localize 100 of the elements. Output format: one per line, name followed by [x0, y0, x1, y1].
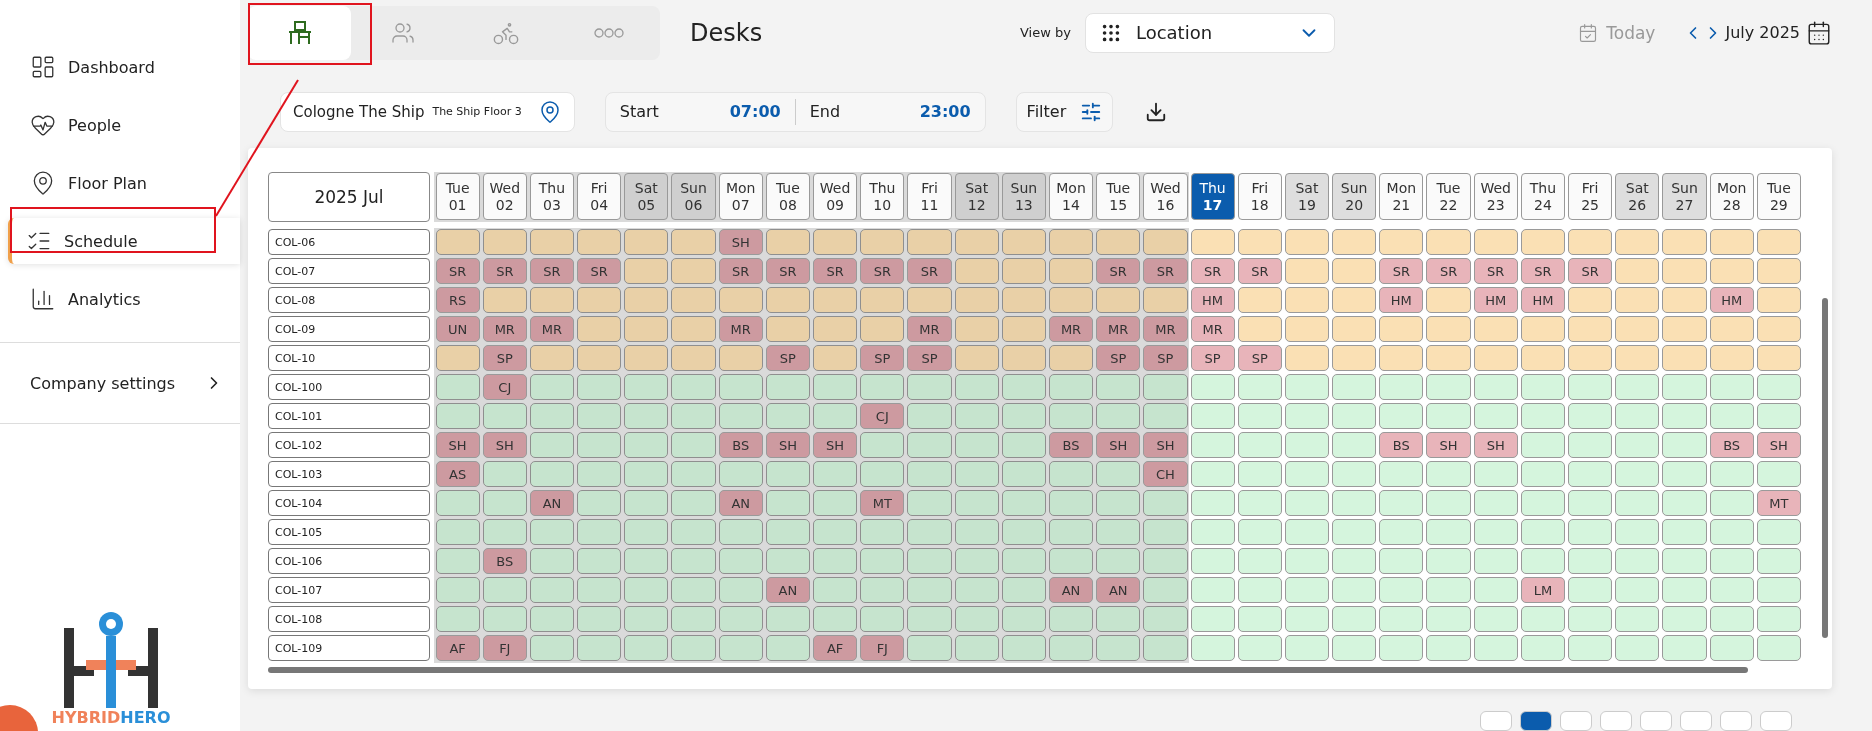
free-slot[interactable]	[907, 287, 952, 314]
free-slot[interactable]	[482, 229, 527, 256]
free-slot[interactable]	[1332, 606, 1377, 633]
free-slot[interactable]	[1237, 287, 1282, 314]
free-slot[interactable]	[1756, 316, 1801, 343]
free-slot[interactable]	[1662, 548, 1707, 575]
free-slot[interactable]	[1615, 635, 1660, 662]
free-slot[interactable]	[1096, 374, 1141, 401]
free-slot[interactable]	[435, 606, 480, 633]
booking-cell[interactable]: SH	[813, 432, 858, 459]
free-slot[interactable]	[1143, 490, 1188, 517]
free-slot[interactable]	[577, 316, 622, 343]
free-slot[interactable]	[529, 229, 575, 256]
free-slot[interactable]	[1756, 403, 1801, 430]
free-slot[interactable]	[813, 316, 858, 343]
free-slot[interactable]	[482, 519, 527, 546]
free-slot[interactable]	[1048, 548, 1094, 575]
free-slot[interactable]	[907, 548, 952, 575]
free-slot[interactable]	[671, 316, 716, 343]
free-slot[interactable]	[1709, 316, 1754, 343]
free-slot[interactable]	[1190, 461, 1235, 488]
free-slot[interactable]	[1615, 229, 1660, 256]
booking-cell[interactable]: SP	[907, 345, 952, 372]
free-slot[interactable]	[624, 635, 669, 662]
free-slot[interactable]	[1568, 374, 1613, 401]
booking-cell[interactable]: FJ	[860, 635, 905, 662]
free-slot[interactable]	[1615, 461, 1660, 488]
free-slot[interactable]	[1662, 229, 1707, 256]
free-slot[interactable]	[482, 577, 527, 604]
free-slot[interactable]	[813, 577, 858, 604]
free-slot[interactable]	[813, 548, 858, 575]
free-slot[interactable]	[577, 635, 622, 662]
start-time[interactable]: 07:00	[729, 102, 795, 122]
free-slot[interactable]	[1473, 403, 1518, 430]
free-slot[interactable]	[1284, 258, 1330, 285]
free-slot[interactable]	[1520, 374, 1565, 401]
free-slot[interactable]	[1096, 229, 1141, 256]
booking-cell[interactable]: SR	[718, 258, 763, 285]
booking-cell[interactable]: AF	[813, 635, 858, 662]
booking-cell[interactable]: SP	[1237, 345, 1282, 372]
free-slot[interactable]	[1426, 374, 1471, 401]
sidebar-item[interactable]: Schedule	[8, 218, 240, 264]
free-slot[interactable]	[1662, 316, 1707, 343]
free-slot[interactable]	[482, 606, 527, 633]
booking-cell[interactable]: AN	[529, 490, 575, 517]
free-slot[interactable]	[482, 403, 527, 430]
free-slot[interactable]	[1284, 316, 1330, 343]
free-slot[interactable]	[1426, 490, 1471, 517]
free-slot[interactable]	[1237, 548, 1282, 575]
free-slot[interactable]	[1190, 606, 1235, 633]
end-time[interactable]: 23:00	[919, 102, 985, 122]
free-slot[interactable]	[1756, 229, 1801, 256]
free-slot[interactable]	[1520, 345, 1565, 372]
free-slot[interactable]	[1520, 461, 1565, 488]
free-slot[interactable]	[1190, 374, 1235, 401]
free-slot[interactable]	[529, 345, 575, 372]
free-slot[interactable]	[1615, 345, 1660, 372]
free-slot[interactable]	[1662, 403, 1707, 430]
booking-cell[interactable]: CJ	[860, 403, 905, 430]
resource-tab[interactable]	[248, 5, 351, 60]
free-slot[interactable]	[860, 374, 905, 401]
booking-cell[interactable]: MT	[860, 490, 905, 517]
free-slot[interactable]	[813, 403, 858, 430]
booking-cell[interactable]: BS	[482, 548, 527, 575]
free-slot[interactable]	[529, 519, 575, 546]
free-slot[interactable]	[577, 461, 622, 488]
free-slot[interactable]	[765, 403, 810, 430]
free-slot[interactable]	[1001, 229, 1046, 256]
free-slot[interactable]	[671, 432, 716, 459]
free-slot[interactable]	[1568, 229, 1613, 256]
free-slot[interactable]	[577, 287, 622, 314]
view-by-select[interactable]: Location	[1084, 12, 1335, 53]
free-slot[interactable]	[1237, 577, 1282, 604]
free-slot[interactable]	[954, 374, 999, 401]
free-slot[interactable]	[718, 403, 763, 430]
free-slot[interactable]	[765, 374, 810, 401]
free-slot[interactable]	[671, 548, 716, 575]
booking-cell[interactable]: SR	[765, 258, 810, 285]
free-slot[interactable]	[954, 287, 999, 314]
free-slot[interactable]	[765, 316, 810, 343]
free-slot[interactable]	[1426, 287, 1471, 314]
booking-cell[interactable]: HM	[1473, 287, 1518, 314]
booking-cell[interactable]: SP	[1190, 345, 1235, 372]
booking-cell[interactable]: BS	[1048, 432, 1094, 459]
booking-cell[interactable]: AN	[765, 577, 810, 604]
free-slot[interactable]	[1662, 577, 1707, 604]
free-slot[interactable]	[1520, 316, 1565, 343]
free-slot[interactable]	[1332, 490, 1377, 517]
free-slot[interactable]	[577, 345, 622, 372]
free-slot[interactable]	[1237, 432, 1282, 459]
free-slot[interactable]	[529, 374, 575, 401]
free-slot[interactable]	[1662, 287, 1707, 314]
horizontal-scrollbar[interactable]	[268, 666, 1748, 673]
free-slot[interactable]	[1568, 519, 1613, 546]
vertical-scrollbar[interactable]	[1822, 297, 1828, 638]
free-slot[interactable]	[1426, 229, 1471, 256]
free-slot[interactable]	[1709, 606, 1754, 633]
free-slot[interactable]	[1143, 374, 1188, 401]
free-slot[interactable]	[1001, 258, 1046, 285]
free-slot[interactable]	[718, 374, 763, 401]
